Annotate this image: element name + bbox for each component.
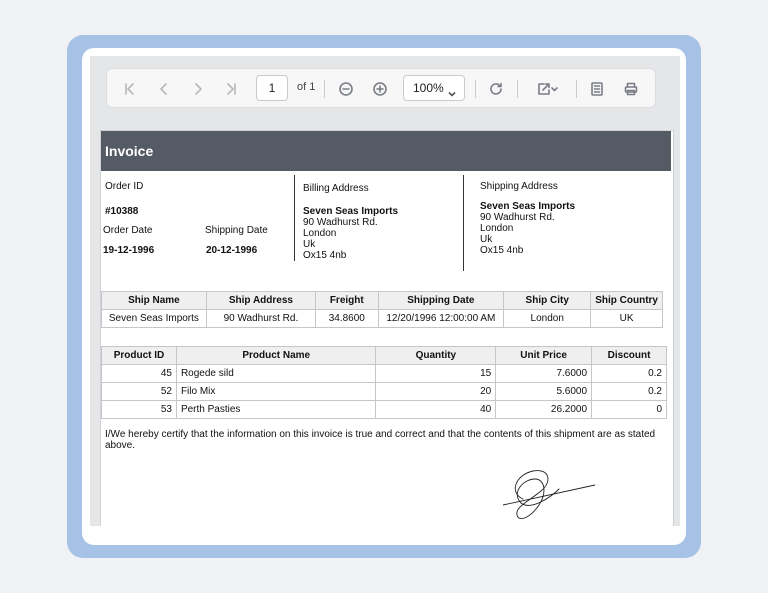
billing-country: Uk	[303, 239, 316, 250]
billing-address-label: Billing Address	[303, 183, 369, 194]
table-cell: 45	[101, 364, 177, 383]
table-cell: Filo Mix	[175, 382, 377, 401]
column-header: Product ID	[101, 346, 177, 365]
table-cell: 52	[101, 382, 177, 401]
column-header: Shipping Date	[377, 291, 505, 310]
column-header: Product Name	[175, 346, 377, 365]
table-cell: 15	[375, 364, 497, 383]
billing-street: 90 Wadhurst Rd.	[303, 217, 378, 228]
table-cell: 26.2000	[495, 400, 593, 419]
order-date-label: Order Date	[103, 225, 153, 236]
table-cell: UK	[590, 309, 663, 328]
certification-text: I/We hereby certify that the information…	[105, 429, 656, 451]
billing-name: Seven Seas Imports	[303, 206, 399, 217]
table-cell: 12/20/1996 12:00:00 AM	[377, 309, 505, 328]
first-page-icon	[125, 83, 134, 95]
zoom-in-button[interactable]	[368, 77, 392, 101]
zoom-out-button[interactable]	[334, 77, 358, 101]
shipping-street: 90 Wadhurst Rd.	[480, 212, 555, 223]
printer-icon	[624, 82, 638, 96]
invoice-title: Invoice	[101, 131, 671, 171]
page-number-input[interactable]	[256, 75, 288, 101]
previous-page-button[interactable]	[152, 77, 176, 101]
column-header: Ship Address	[205, 291, 317, 310]
shipping-city: London	[480, 223, 514, 234]
viewer-toolbar: of 1 100%	[106, 68, 656, 108]
order-id-label: Order ID	[105, 181, 144, 192]
shipping-date-label: Shipping Date	[205, 225, 268, 236]
divider	[463, 175, 464, 271]
order-date-value: 19-12-1996	[103, 245, 155, 256]
table-cell: 7.6000	[495, 364, 593, 383]
table-header-row: Ship Name Ship Address Freight Shipping …	[101, 291, 663, 310]
table-row: 52 Filo Mix 20 5.6000 0.2	[101, 382, 667, 401]
table-cell: 34.8600	[315, 309, 379, 328]
toolbar-separator	[517, 80, 518, 98]
zoom-dropdown[interactable]: 100%	[403, 75, 465, 101]
table-cell: 0.2	[591, 364, 667, 383]
table-cell: 0.2	[591, 382, 667, 401]
page-count-label: of 1	[297, 81, 316, 93]
shipping-date-value: 20-12-1996	[206, 245, 258, 256]
products-table: Product ID Product Name Quantity Unit Pr…	[101, 346, 667, 419]
shipping-country: Uk	[480, 234, 493, 245]
table-row: 53 Perth Pasties 40 26.2000 0	[101, 400, 667, 419]
toolbar-separator	[576, 80, 577, 98]
toolbar-separator	[324, 80, 325, 98]
refresh-button[interactable]	[484, 77, 508, 101]
chevron-right-icon	[195, 83, 202, 95]
billing-postcode: Ox15 4nb	[303, 250, 347, 261]
export-icon	[538, 83, 558, 95]
column-header: Discount	[591, 346, 667, 365]
billing-address: Seven Seas Imports 90 Wadhurst Rd. Londo…	[303, 206, 398, 261]
table-cell: Perth Pasties	[175, 400, 377, 419]
parameters-button[interactable]	[585, 77, 609, 101]
column-header: Ship Name	[101, 291, 207, 310]
first-page-button[interactable]	[117, 77, 141, 101]
column-header: Unit Price	[495, 346, 593, 365]
report-page: Invoice Order ID #10388 Order Date 19-12…	[100, 130, 674, 526]
table-cell: 0	[591, 400, 667, 419]
shipping-address-label: Shipping Address	[480, 181, 558, 192]
pdf-viewer: of 1 100%	[90, 56, 680, 526]
zoom-out-icon	[339, 82, 353, 96]
table-row: Seven Seas Imports 90 Wadhurst Rd. 34.86…	[101, 309, 663, 328]
table-cell: 90 Wadhurst Rd.	[205, 309, 317, 328]
last-page-button[interactable]	[220, 77, 244, 101]
zoom-value: 100%	[413, 81, 444, 95]
table-row: 45 Rogede sild 15 7.6000 0.2	[101, 364, 667, 383]
export-button[interactable]	[531, 77, 563, 101]
chevron-left-icon	[160, 83, 167, 95]
refresh-icon	[490, 82, 502, 95]
last-page-icon	[227, 83, 236, 95]
signature-image	[502, 470, 596, 519]
table-cell: Rogede sild	[175, 364, 377, 383]
column-header: Quantity	[375, 346, 497, 365]
divider	[294, 175, 295, 261]
shipping-name: Seven Seas Imports	[480, 201, 576, 212]
billing-city: London	[303, 228, 337, 239]
table-cell: 5.6000	[495, 382, 593, 401]
print-button[interactable]	[619, 77, 643, 101]
shipping-address: Seven Seas Imports 90 Wadhurst Rd. Londo…	[480, 201, 575, 256]
document-icon	[591, 82, 603, 96]
toolbar-separator	[475, 80, 476, 98]
order-id-value: #10388	[105, 206, 139, 217]
table-cell: Seven Seas Imports	[101, 309, 207, 328]
zoom-in-icon	[373, 82, 387, 96]
table-cell: London	[503, 309, 592, 328]
column-header: Ship Country	[590, 291, 663, 310]
table-cell: 53	[101, 400, 177, 419]
shipping-postcode: Ox15 4nb	[480, 245, 524, 256]
next-page-button[interactable]	[186, 77, 210, 101]
table-header-row: Product ID Product Name Quantity Unit Pr…	[101, 346, 667, 365]
table-cell: 20	[375, 382, 497, 401]
chevron-down-icon	[447, 83, 457, 97]
column-header: Freight	[315, 291, 379, 310]
viewer-card: of 1 100%	[82, 48, 686, 545]
column-header: Ship City	[503, 291, 592, 310]
shipping-table: Ship Name Ship Address Freight Shipping …	[101, 291, 663, 328]
table-cell: 40	[375, 400, 497, 419]
